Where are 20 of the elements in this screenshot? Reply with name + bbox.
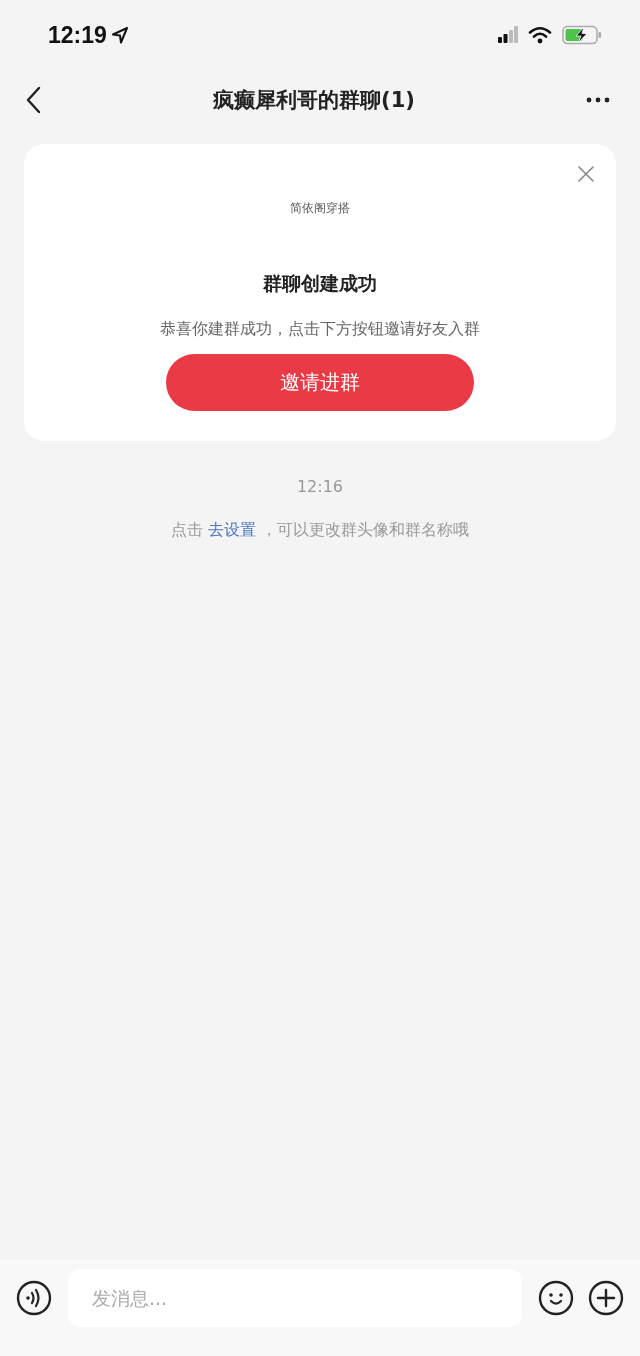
status-time: 12:19 [48,21,107,49]
card-heading: 群聊创建成功 [263,271,377,296]
smiley-icon[interactable] [538,1280,574,1316]
invite-button[interactable]: 邀请进群 [166,354,474,411]
message-field[interactable]: 发消息... [68,1269,522,1327]
settings-link[interactable]: 去设置 [208,520,256,539]
wifi-icon [528,26,552,44]
group-name: 简依阁穿搭 [290,200,350,217]
plus-icon[interactable] [588,1280,624,1316]
location-arrow-icon [110,26,129,44]
voice-icon[interactable] [16,1280,52,1316]
back-icon[interactable] [26,86,42,114]
more-icon[interactable] [586,97,610,103]
system-notice: 点击 去设置 ，可以更改群头像和群名称哦 [169,520,471,541]
chat-title: 疯癫犀利哥的群聊(1) [213,87,415,114]
signal-icon [498,26,518,44]
message-time: 12:16 [295,477,345,496]
card-message: 恭喜你建群成功，点击下方按钮邀请好友入群 [160,319,480,340]
battery-icon [562,25,602,45]
close-icon[interactable] [578,166,594,182]
